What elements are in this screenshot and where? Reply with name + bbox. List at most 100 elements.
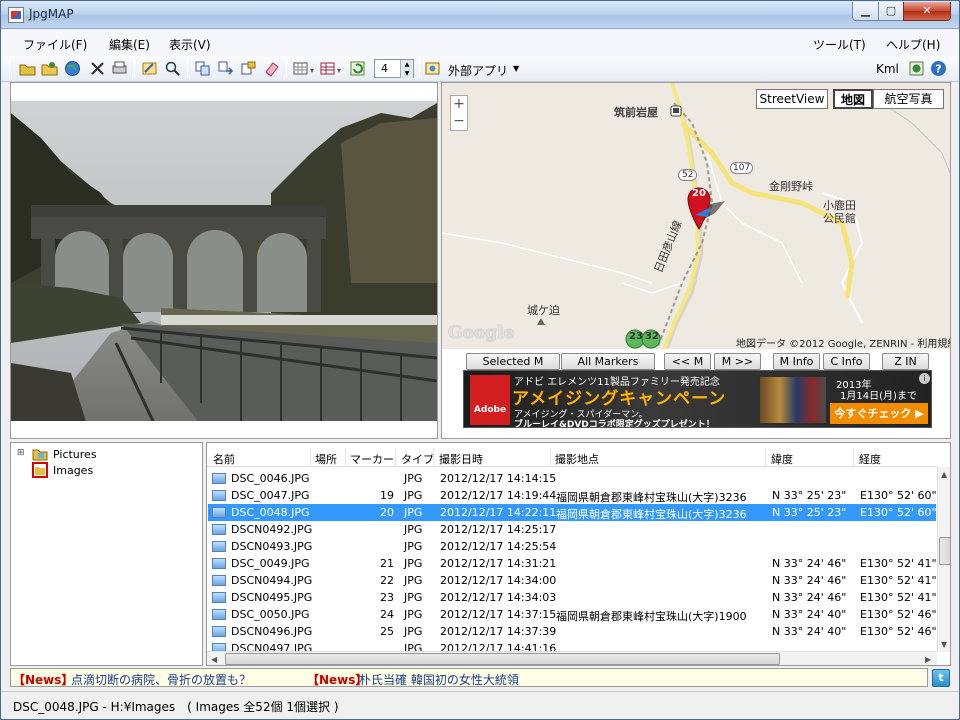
refresh-icon[interactable] <box>349 60 366 77</box>
external-app-icon[interactable] <box>424 60 441 77</box>
expand-toggle-icon[interactable]: ⊞ <box>17 448 25 458</box>
kml-label[interactable]: Kml <box>876 62 899 76</box>
horizontal-scrollbar[interactable]: ◀ ▶ <box>207 651 937 665</box>
column-header-marker[interactable]: マーカー <box>350 451 394 467</box>
globe-icon[interactable] <box>64 60 81 77</box>
stepper-down-icon[interactable]: ▼ <box>400 69 413 78</box>
photo-viewer[interactable] <box>10 82 438 439</box>
list-header: 名前 場所 マーカー タイプ 撮影日時 撮影地点 緯度 経度 <box>207 448 937 467</box>
view-details-icon[interactable] <box>319 60 336 77</box>
scroll-up-icon[interactable]: ▲ <box>941 470 947 479</box>
news-ticker[interactable]: 【News】 点滴切断の病院、骨折の放置も？ 【News】 朴氏当確 韓国初の女… <box>10 668 928 687</box>
menu-view[interactable]: 表示(V) <box>169 36 211 53</box>
streetview-button[interactable]: StreetView <box>756 89 828 109</box>
news-headline-2[interactable]: 朴氏当確 韓国初の女性大統領 <box>359 671 519 688</box>
marker-23-label: 23 <box>629 331 643 342</box>
menu-help[interactable]: ヘルプ(H) <box>886 36 940 53</box>
cell-date: 2012/12/17 14:37:15 <box>440 608 557 621</box>
delete-icon[interactable] <box>89 60 106 77</box>
stepper-up-icon[interactable]: ▲ <box>400 60 413 69</box>
route-107-badge: 107 <box>730 162 754 174</box>
search-icon[interactable] <box>164 60 181 77</box>
vertical-scrollbar[interactable]: ▲ ▼ <box>937 467 950 652</box>
tree-item-pictures[interactable]: Pictures <box>53 448 97 461</box>
external-app-label[interactable]: 外部アプリ <box>448 62 508 79</box>
view-thumbnails-icon[interactable] <box>292 60 309 77</box>
menu-file[interactable]: ファイル(F) <box>23 36 87 53</box>
open-folder-icon[interactable] <box>19 60 36 77</box>
details-dropdown-icon[interactable]: ▾ <box>337 66 341 75</box>
zoom-in-button[interactable]: Z IN <box>882 353 929 370</box>
horizontal-scroll-thumb[interactable] <box>225 653 780 665</box>
rename-icon[interactable] <box>240 60 257 77</box>
table-row[interactable]: DSCN0494.JPG 22 JPG 2012/12/17 14:34:00 N 33… <box>208 572 937 589</box>
stepper-value: 4 <box>381 62 388 75</box>
table-row[interactable]: DSCN0496.JPG 25 JPG 2012/12/17 14:37:39 N 33… <box>208 623 937 640</box>
title-bar[interactable]: JpgMAP ▁ ▢ ✕ <box>1 1 959 29</box>
copy-icon[interactable] <box>194 60 211 77</box>
cell-marker: 23 <box>380 591 394 604</box>
open-image-icon[interactable] <box>41 60 58 77</box>
selected-marker-button[interactable]: Selected M <box>466 353 560 370</box>
cell-type: JPG <box>404 625 423 638</box>
table-row[interactable]: DSCN0493.JPG JPG 2012/12/17 14:25:54 <box>208 538 936 555</box>
next-marker-button[interactable]: M >> <box>714 353 761 370</box>
scroll-down-icon[interactable]: ▼ <box>941 640 947 649</box>
help-icon[interactable]: ? <box>930 60 947 77</box>
cell-name: DSCN0494.JPG <box>231 574 313 587</box>
column-header-location[interactable]: 場所 <box>315 451 337 467</box>
all-markers-button[interactable]: All Markers <box>561 353 655 370</box>
column-header-place[interactable]: 撮影地点 <box>555 451 599 467</box>
table-row[interactable]: DSC_0050.JPG 24 JPG 2012/12/17 14:37:15 福岡県朝… <box>208 606 937 623</box>
news-headline-1[interactable]: 点滴切断の病院、骨折の放置も？ <box>71 671 251 688</box>
ad-info-icon[interactable]: i <box>919 373 930 384</box>
app-window: JpgMAP ▁ ▢ ✕ ファイル(F) 編集(E) 表示(V) ツール(T) … <box>0 0 960 720</box>
kml-export-icon[interactable] <box>908 60 925 77</box>
external-app-dropdown-icon[interactable]: ▼ <box>513 64 519 73</box>
column-header-date[interactable]: 撮影日時 <box>439 451 483 467</box>
table-row[interactable]: DSC_0049.JPG 21 JPG 2012/12/17 14:31:21 N 33… <box>208 555 937 572</box>
table-row[interactable]: DSC_0048.JPG 20 JPG 2012/12/17 14:22:11 福岡県朝… <box>208 504 937 521</box>
column-header-longitude[interactable]: 経度 <box>859 451 881 467</box>
view-dropdown-icon[interactable]: ▾ <box>310 66 314 75</box>
marker-info-button[interactable]: M Info <box>773 353 820 370</box>
jpg-file-icon <box>212 592 226 603</box>
column-header-type[interactable]: タイプ <box>401 451 434 467</box>
table-row[interactable]: DSC_0047.JPG 19 JPG 2012/12/17 14:19:44 福岡県朝… <box>208 487 937 504</box>
menu-tools[interactable]: ツール(T) <box>813 36 866 53</box>
edit-photo-icon[interactable] <box>141 60 158 77</box>
ad-banner[interactable]: Adobe アドビ エレメンツ11製品ファミリー発売記念 アメイジングキャンペー… <box>463 370 932 428</box>
banner-cta-button[interactable]: 今すぐチェック ▶ <box>830 403 928 424</box>
map-credit[interactable]: 地図データ ©2012 Google, ZENRIN - 利用規約 <box>736 335 950 349</box>
map-type-map-button[interactable]: 地図 <box>833 89 873 109</box>
twitter-icon[interactable]: t <box>932 669 950 687</box>
eraser-icon[interactable] <box>263 60 280 77</box>
close-button[interactable]: ✕ <box>903 2 951 21</box>
move-icon[interactable] <box>217 60 234 77</box>
scroll-left-icon[interactable]: ◀ <box>211 655 217 664</box>
maximize-button[interactable]: ▢ <box>878 2 904 21</box>
prev-marker-button[interactable]: << M <box>664 353 711 370</box>
menu-edit[interactable]: 編集(E) <box>109 36 150 53</box>
print-icon[interactable] <box>111 60 128 77</box>
table-row[interactable]: DSCN0492.JPG JPG 2012/12/17 14:25:17 <box>208 521 936 538</box>
jpg-file-icon <box>212 541 226 552</box>
cell-latitude: N 33° 24' 46" <box>772 557 847 570</box>
zoom-in-icon[interactable]: + <box>451 96 467 113</box>
column-header-latitude[interactable]: 緯度 <box>771 451 793 467</box>
minimize-button[interactable]: ▁ <box>852 2 879 21</box>
table-row[interactable]: DSCN0495.JPG 23 JPG 2012/12/17 14:34:03 N 33… <box>208 589 937 606</box>
column-count-stepper[interactable]: 4 ▲ ▼ <box>374 59 414 78</box>
scroll-right-icon[interactable]: ▶ <box>925 655 931 664</box>
station-icon <box>670 105 682 117</box>
column-header-name[interactable]: 名前 <box>213 451 235 467</box>
c-info-button[interactable]: C Info <box>823 353 870 370</box>
cell-date: 2012/12/17 14:25:17 <box>440 523 557 536</box>
tree-item-images[interactable]: Images <box>53 464 93 477</box>
map-type-aerial-button[interactable]: 航空写真 <box>873 89 944 109</box>
google-map[interactable]: + − StreetView 地図 航空写真 筑前岩屋 52 107 金剛野峠 … <box>442 83 950 349</box>
table-row[interactable]: DSC_0046.JPG JPG 2012/12/17 14:14:15 <box>208 470 936 487</box>
zoom-out-icon[interactable]: − <box>451 113 467 130</box>
zoom-control[interactable]: + − <box>450 95 468 131</box>
vertical-scroll-thumb[interactable] <box>939 537 950 565</box>
